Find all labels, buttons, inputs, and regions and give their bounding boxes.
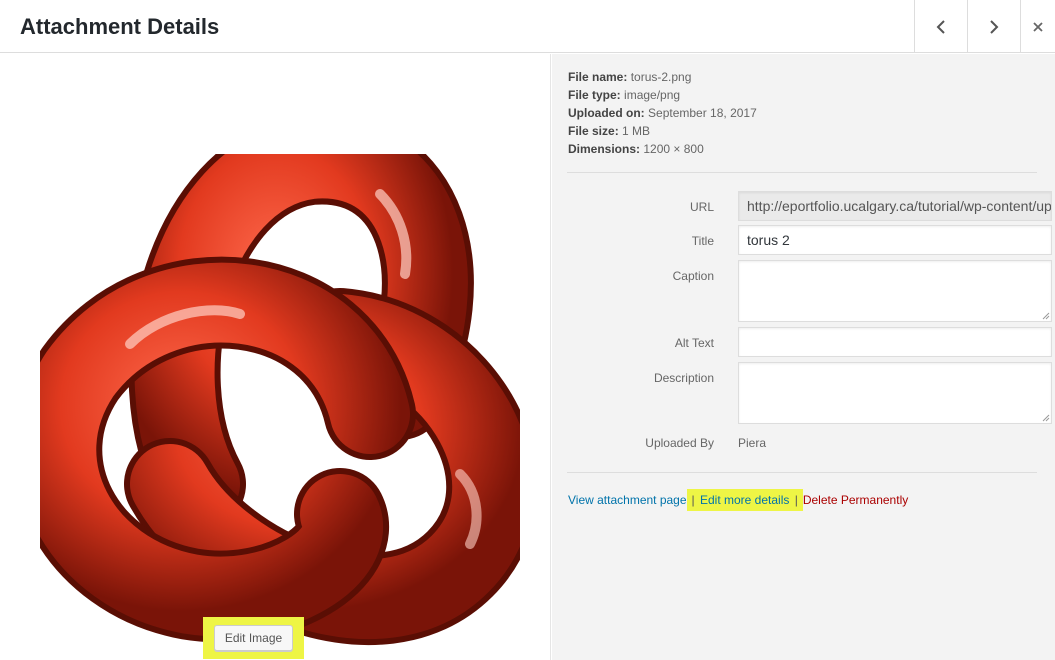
previous-button[interactable]	[914, 0, 967, 53]
edit-image-highlight: Edit Image	[203, 617, 304, 659]
attachment-details-pane: File name: torus-2.png File type: image/…	[552, 54, 1055, 660]
file-size-row: File size: 1 MB	[568, 124, 651, 138]
uploaded-on: September 18, 2017	[648, 106, 757, 120]
close-icon	[1033, 21, 1043, 32]
file-type-row: File type: image/png	[568, 88, 681, 102]
description-label: Description	[653, 371, 714, 385]
uploaded-on-row: Uploaded on: September 18, 2017	[568, 106, 757, 120]
file-info: File name: torus-2.png File type: image/…	[568, 68, 757, 158]
uploaded-by-value: Piera	[738, 436, 767, 450]
description-field[interactable]	[738, 362, 1052, 424]
delete-permanently-link[interactable]: Delete Permanently	[803, 493, 908, 507]
chevron-right-icon	[990, 19, 999, 34]
file-name-row: File name: torus-2.png	[568, 70, 692, 84]
title-label: Title	[691, 234, 714, 248]
edit-more-highlight: | Edit more details |	[686, 489, 803, 511]
resize-grip-icon[interactable]	[1042, 312, 1050, 320]
divider	[567, 472, 1037, 473]
next-button[interactable]	[967, 0, 1020, 53]
file-type: image/png	[624, 88, 681, 102]
edit-image-button[interactable]: Edit Image	[213, 625, 294, 651]
torus-knot-image	[40, 154, 520, 645]
close-button[interactable]	[1020, 0, 1055, 53]
edit-more-details-link[interactable]: Edit more details	[700, 493, 789, 507]
file-name: torus-2.png	[630, 70, 692, 84]
modal-header: Attachment Details	[0, 0, 1055, 53]
dimensions-row: Dimensions: 1200 × 800	[568, 142, 704, 156]
alt-text-field[interactable]	[738, 327, 1052, 357]
file-size: 1 MB	[622, 124, 651, 138]
dimensions: 1200 × 800	[643, 142, 704, 156]
view-attachment-link[interactable]: View attachment page	[568, 493, 687, 507]
alt-text-label: Alt Text	[674, 336, 714, 350]
title-field[interactable]: torus 2	[738, 225, 1052, 255]
image-preview-pane: Edit Image	[0, 54, 551, 660]
divider	[567, 172, 1037, 173]
url-label: URL	[689, 200, 714, 214]
chevron-left-icon	[936, 19, 945, 34]
caption-label: Caption	[672, 269, 714, 283]
resize-grip-icon[interactable]	[1042, 414, 1050, 422]
caption-field[interactable]	[738, 260, 1052, 322]
attachment-actions: View attachment page | Edit more details…	[568, 489, 908, 511]
url-field[interactable]: http://eportfolio.ucalgary.ca/tutorial/w…	[738, 191, 1052, 221]
uploaded-by-label: Uploaded By	[645, 436, 714, 450]
page-title: Attachment Details	[20, 14, 220, 39]
